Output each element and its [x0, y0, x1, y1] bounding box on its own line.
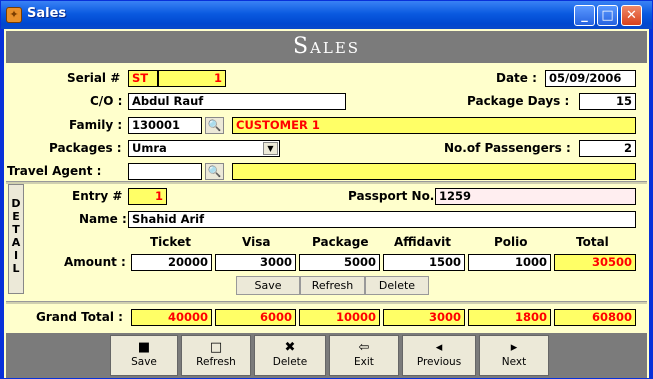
travel-agent-label: Travel Agent : — [7, 164, 102, 178]
footer-next-label: Next — [501, 356, 527, 368]
entry-label: Entry # — [72, 189, 123, 203]
chevron-down-icon[interactable]: ▼ — [263, 142, 278, 155]
travel-agent-code-field[interactable] — [128, 163, 202, 180]
passengers-field[interactable]: 2 — [579, 140, 636, 157]
amount-polio-field[interactable]: 1000 — [468, 254, 551, 271]
window-title: Sales — [27, 6, 67, 21]
family-code-field[interactable]: 130001 — [128, 117, 202, 134]
amount-visa-field[interactable]: 3000 — [215, 254, 296, 271]
detail-refresh-button[interactable]: Refresh — [300, 276, 365, 295]
column-header: Total — [576, 235, 609, 249]
footer-delete-button[interactable]: ✖ Delete — [254, 335, 326, 376]
grand-visa-field: 6000 — [215, 309, 296, 326]
grand-affidavit-field: 3000 — [383, 309, 465, 326]
footer-toolbar: ■ Save □ Refresh ✖ Delete ⇦ Exit ◂ Previous ▸… — [6, 333, 647, 378]
detail-tab-letter: I — [13, 249, 19, 262]
footer-save-label: Save — [131, 356, 157, 368]
title-bar[interactable]: ✦ Sales _ □ ✕ — [1, 1, 652, 29]
packages-combo[interactable]: Umra — [128, 140, 280, 157]
detail-tab-letter: L — [12, 262, 20, 275]
detail-delete-button[interactable]: Delete — [365, 276, 429, 295]
travel-agent-name-field[interactable] — [232, 163, 636, 180]
detail-tab-letter: A — [11, 236, 21, 249]
amount-package-field[interactable]: 5000 — [299, 254, 380, 271]
footer-refresh-button[interactable]: □ Refresh — [181, 335, 251, 376]
amount-ticket-field[interactable]: 20000 — [131, 254, 212, 271]
family-search-button[interactable]: 🔍 — [205, 117, 224, 134]
detail-tab-letter: E — [12, 210, 20, 223]
amount-affidavit-field[interactable]: 1500 — [383, 254, 465, 271]
serial-label: Serial # — [67, 71, 121, 85]
column-header: Ticket — [150, 235, 191, 249]
date-field[interactable]: 05/09/2006 — [545, 70, 636, 87]
sales-window: ✦ Sales _ □ ✕ Sales Serial # ST 1 Date :… — [0, 0, 653, 379]
grand-package-field: 10000 — [299, 309, 380, 326]
floppy-disk-icon: ■ — [137, 340, 151, 355]
document-icon: □ — [209, 340, 223, 355]
sales-form: Sales Serial # ST 1 Date : 05/09/2006 C/… — [4, 29, 649, 378]
maximize-button[interactable]: □ — [597, 5, 618, 26]
co-field[interactable]: Abdul Rauf — [128, 93, 346, 110]
co-label: C/O : — [90, 94, 123, 108]
app-icon[interactable]: ✦ — [6, 7, 22, 23]
magnifier-icon: 🔍 — [207, 119, 222, 132]
footer-exit-button[interactable]: ⇦ Exit — [329, 335, 399, 376]
entry-field[interactable]: 1 — [128, 188, 167, 205]
travel-agent-search-button[interactable]: 🔍 — [205, 163, 224, 180]
grand-ticket-field: 40000 — [131, 309, 212, 326]
grand-total-field: 60800 — [554, 309, 636, 326]
detail-tab-letter: T — [12, 223, 20, 236]
date-label: Date : — [496, 71, 537, 85]
delete-x-icon: ✖ — [284, 340, 296, 355]
divider — [6, 301, 647, 304]
column-header: Package — [312, 235, 369, 249]
magnifier-icon: 🔍 — [207, 165, 222, 178]
arrow-left-icon: ◂ — [435, 340, 443, 355]
divider — [6, 181, 647, 184]
amount-total-field: 30500 — [554, 254, 636, 271]
name-field[interactable]: Shahid Arif — [128, 211, 636, 228]
passport-field[interactable]: 1259 — [435, 188, 636, 205]
packages-label: Packages : — [49, 141, 122, 155]
serial-prefix-field[interactable]: ST — [128, 70, 158, 87]
detail-tab-letter: D — [11, 197, 21, 210]
detail-save-button[interactable]: Save — [236, 276, 300, 295]
name-label: Name : — [79, 212, 127, 226]
close-button[interactable]: ✕ — [621, 5, 642, 26]
grand-total-label: Grand Total : — [36, 310, 123, 324]
passport-label: Passport No. — [348, 189, 435, 203]
family-name-field[interactable]: CUSTOMER 1 — [232, 117, 636, 134]
package-days-label: Package Days : — [467, 94, 570, 108]
packages-value: Umra — [132, 141, 167, 155]
passengers-label: No.of Passengers : — [444, 141, 571, 155]
footer-refresh-label: Refresh — [196, 356, 236, 368]
amount-label: Amount : — [64, 255, 126, 269]
column-header: Visa — [242, 235, 271, 249]
detail-tab[interactable]: D E T A I L — [8, 184, 24, 294]
column-header: Affidavit — [394, 235, 452, 249]
footer-previous-button[interactable]: ◂ Previous — [402, 335, 476, 376]
footer-previous-label: Previous — [416, 356, 462, 368]
footer-save-button[interactable]: ■ Save — [110, 335, 178, 376]
exit-icon: ⇦ — [358, 340, 370, 355]
grand-polio-field: 1800 — [468, 309, 551, 326]
package-days-field[interactable]: 15 — [579, 93, 636, 110]
arrow-right-icon: ▸ — [510, 340, 518, 355]
column-header: Polio — [494, 235, 528, 249]
footer-next-button[interactable]: ▸ Next — [479, 335, 549, 376]
form-banner: Sales — [6, 31, 647, 63]
footer-delete-label: Delete — [272, 356, 308, 368]
family-label: Family : — [69, 118, 123, 132]
footer-exit-label: Exit — [354, 356, 374, 368]
serial-number-field[interactable]: 1 — [158, 70, 226, 87]
minimize-button[interactable]: _ — [574, 5, 595, 26]
